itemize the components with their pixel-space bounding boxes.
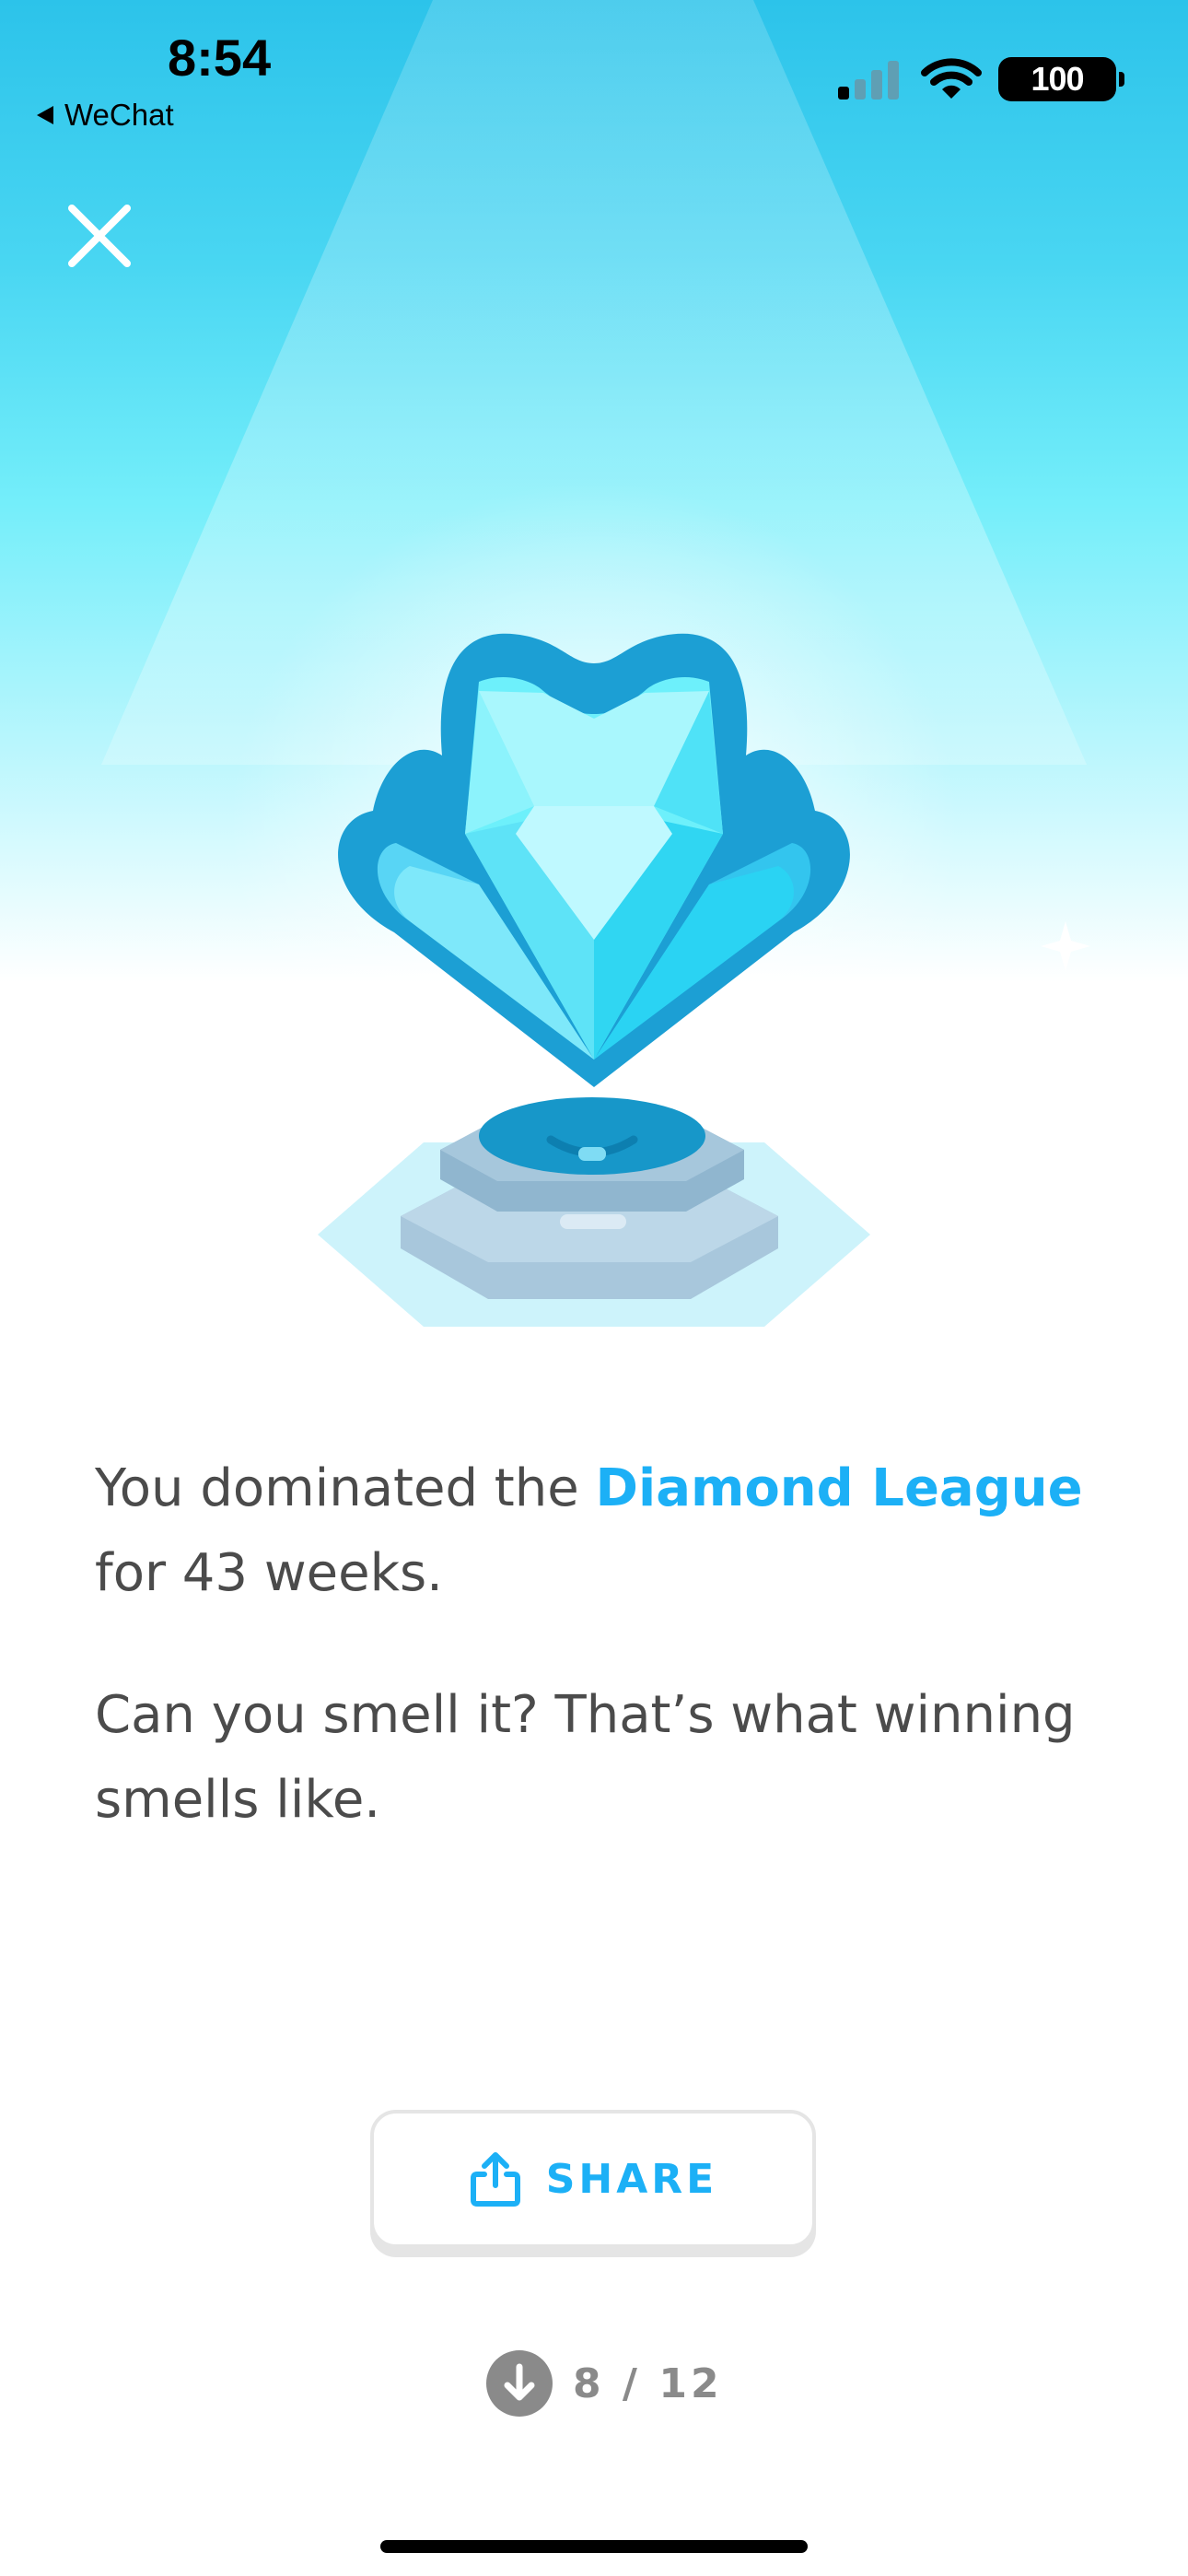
battery-indicator: 100: [998, 57, 1124, 101]
battery-level: 100: [1031, 60, 1084, 98]
league-paragraph: You dominated the Diamond League for 43 …: [95, 1446, 1117, 1616]
share-button[interactable]: SHARE: [370, 2110, 816, 2248]
arrow-down-icon: [504, 2363, 535, 2401]
league-name: Diamond League: [595, 1458, 1083, 1518]
page-counter: 8 / 12: [573, 2359, 723, 2407]
achievement-message: You dominated the Diamond League for 43 …: [95, 1446, 1117, 1843]
league-prefix: You dominated the: [95, 1458, 596, 1518]
share-label: SHARE: [545, 2155, 718, 2203]
page-indicator: 8 / 12: [486, 2350, 723, 2417]
wifi-icon: [921, 58, 982, 99]
winning-paragraph: Can you smell it? That’s what winning sm…: [95, 1685, 1076, 1830]
signal-icon: [838, 61, 899, 100]
status-time: 8:54: [168, 29, 272, 87]
next-page-button[interactable]: [486, 2350, 553, 2417]
back-triangle-icon: [37, 106, 53, 124]
home-indicator[interactable]: [380, 2540, 808, 2553]
back-app-label: WeChat: [64, 98, 174, 132]
back-to-wechat-link[interactable]: WeChat: [35, 97, 174, 134]
status-icons: 100: [838, 57, 1124, 101]
sparkle-icon: [1041, 921, 1090, 971]
league-suffix: for 43 weeks.: [95, 1543, 443, 1603]
diamond-trophy-icon: [318, 633, 870, 1327]
close-icon[interactable]: [64, 201, 134, 271]
share-icon: [470, 2152, 520, 2207]
